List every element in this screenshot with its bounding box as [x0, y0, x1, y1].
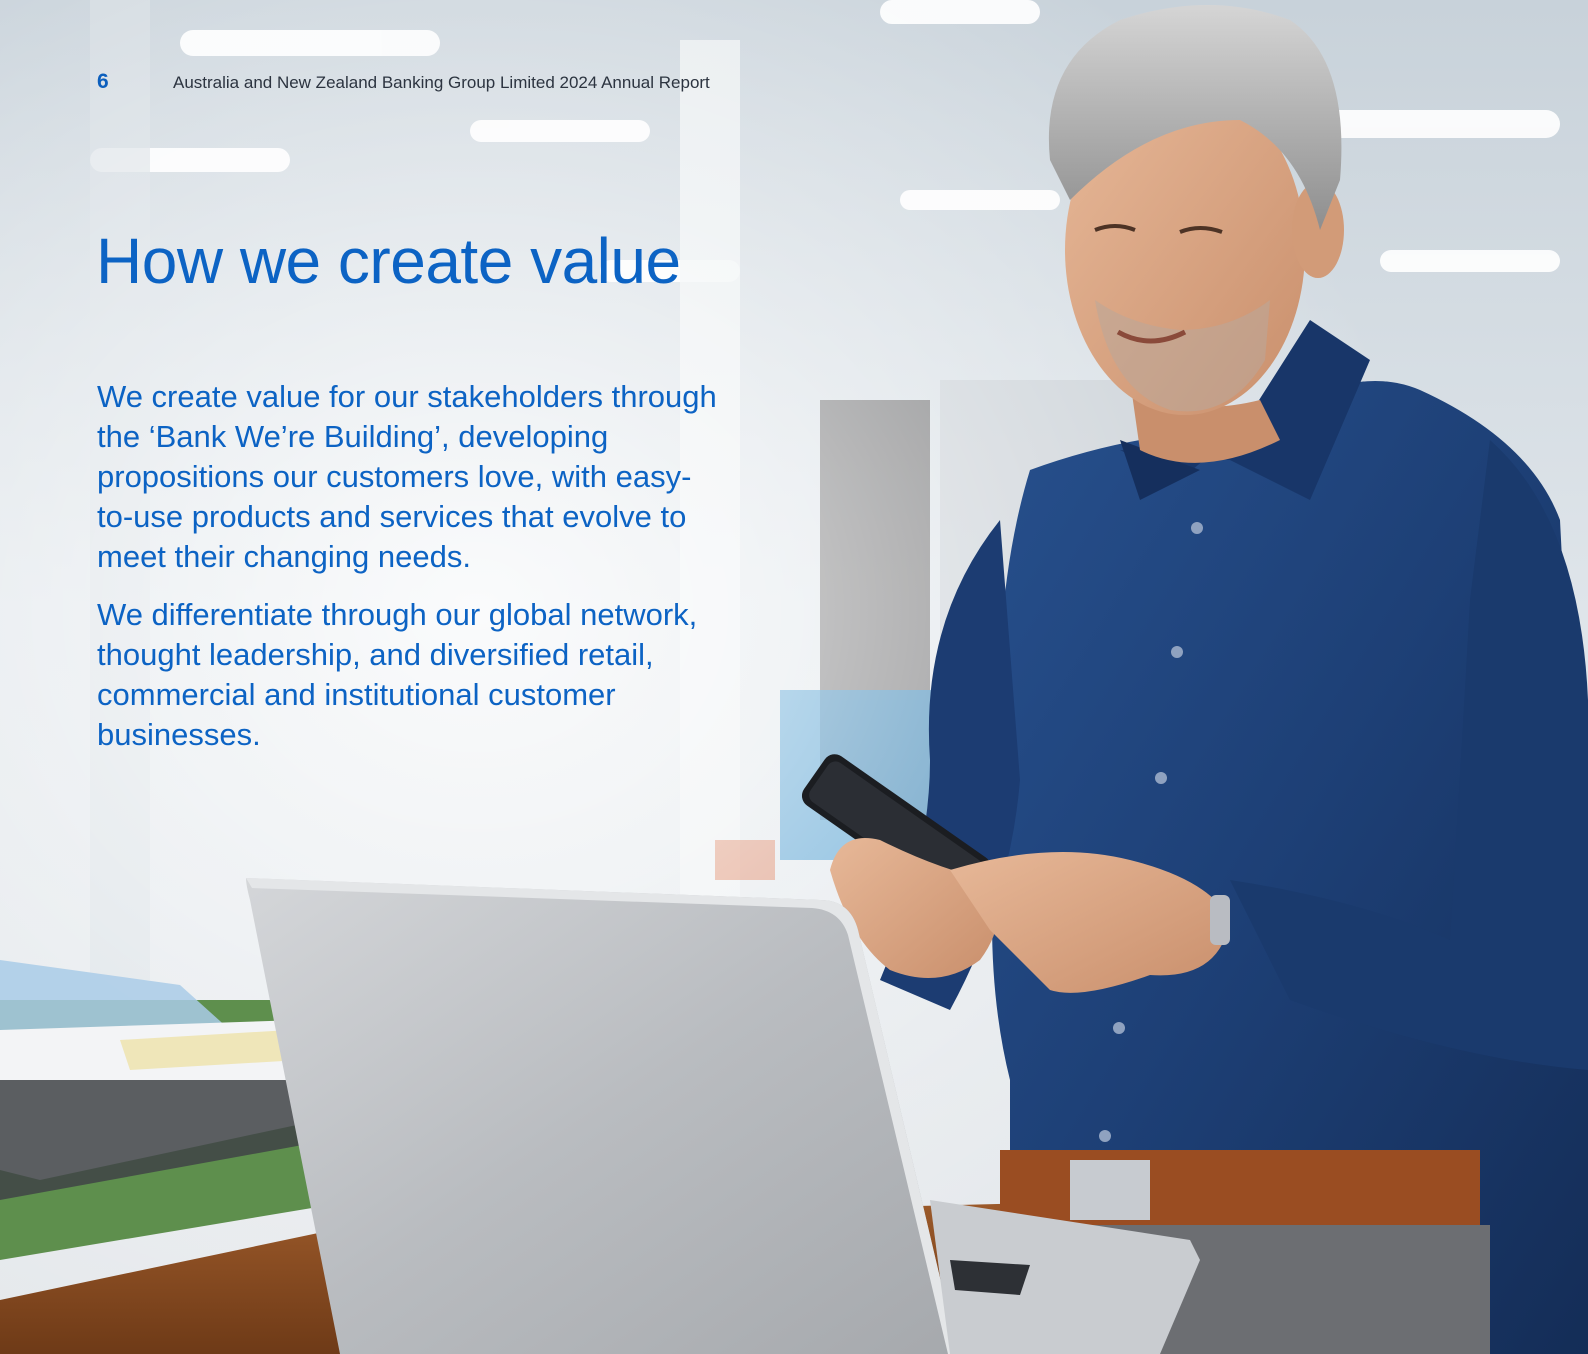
- intro-paragraph: We differentiate through our global netw…: [97, 597, 698, 752]
- page-number: 6: [97, 70, 109, 93]
- report-title: Australia and New Zealand Banking Group …: [173, 73, 710, 92]
- intro-paragraph: We create value for our stakeholders thr…: [97, 379, 717, 574]
- intro-text: We create value for our stakeholders thr…: [97, 377, 717, 773]
- annual-report-page: 6 Australia and New Zealand Banking Grou…: [0, 0, 1588, 1354]
- page-heading: How we create value: [96, 225, 681, 297]
